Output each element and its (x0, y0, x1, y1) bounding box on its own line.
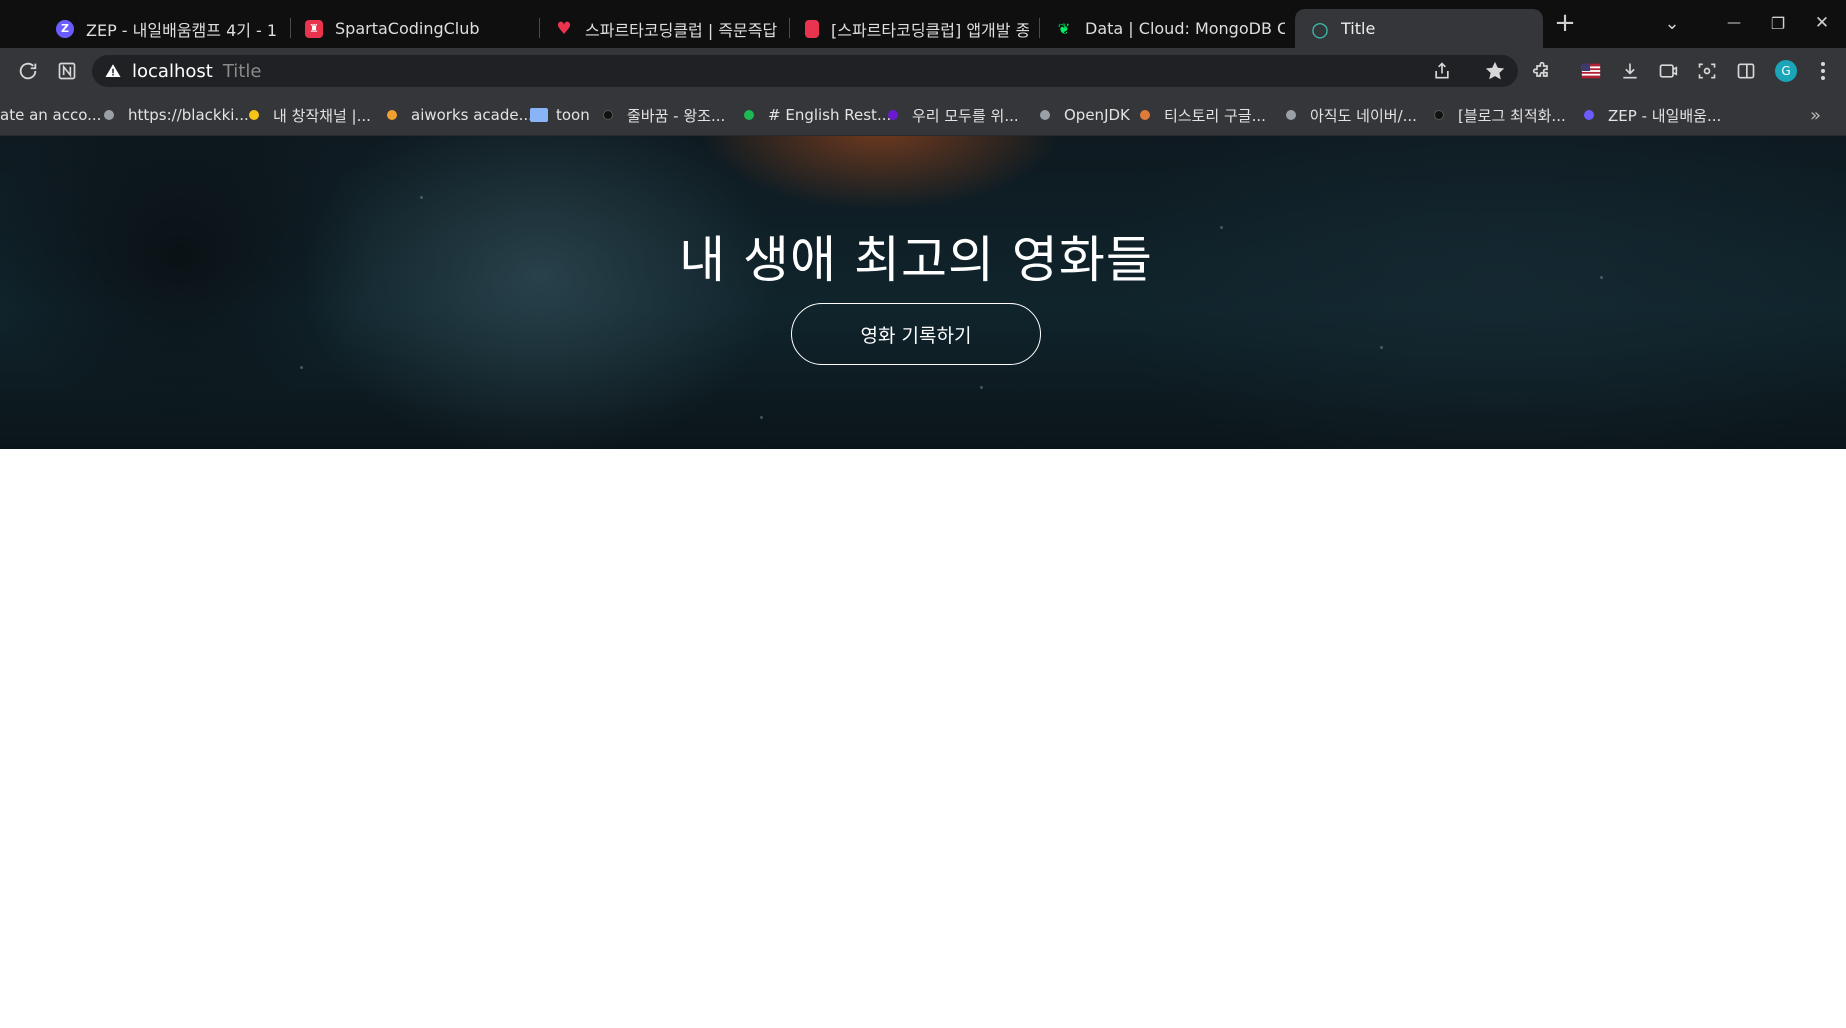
bookmark-english-rest[interactable]: # English Rest... (744, 105, 891, 125)
bookmark-favicon-icon (1434, 110, 1444, 120)
reload-icon[interactable] (13, 56, 43, 86)
zep-favicon-icon: Z (56, 19, 74, 38)
hero-banner: 내 생애 최고의 영화들 영화 기록하기 (0, 136, 1846, 449)
bookmark-creator-channel[interactable]: 내 창작채널 |... (249, 105, 371, 125)
bookmark-label: ate an acco... (0, 106, 102, 124)
bookmark-favicon-icon (1584, 110, 1594, 120)
new-tab-button[interactable]: + (1543, 8, 1587, 38)
bookmark-favicon-icon (1286, 110, 1296, 120)
bookmark-zep-camp[interactable]: ZEP - 내일배움... (1584, 105, 1721, 125)
tab-title: Data | Cloud: MongoDB Clou (1085, 19, 1285, 38)
bookmark-favicon-icon (249, 110, 259, 120)
heart-favicon-icon: ♥ (556, 18, 572, 39)
tab-mongodb[interactable]: ❦ Data | Cloud: MongoDB Clou (1039, 9, 1295, 48)
tab-title: SpartaCodingClub (335, 19, 480, 38)
bookmark-favicon-icon (1040, 110, 1050, 120)
page-viewport: 내 생애 최고의 영화들 영화 기록하기 (0, 136, 1846, 1028)
bookmark-label: https://blackki... (128, 106, 249, 124)
minimize-button[interactable]: — (1712, 8, 1756, 38)
side-panel-icon[interactable] (1731, 56, 1761, 86)
close-window-button[interactable]: ✕ (1800, 8, 1844, 38)
extensions-puzzle-icon[interactable] (1527, 56, 1557, 86)
bookmark-favicon-icon (1140, 110, 1150, 120)
folder-icon (530, 108, 548, 122)
profile-initial: G (1775, 60, 1797, 82)
bookmark-label: # English Rest... (768, 106, 892, 124)
book-favicon-icon (805, 19, 819, 38)
bookmark-label: 아직도 네이버/... (1310, 106, 1417, 125)
tab-title: ZEP - 내일배움캠프 4기 - 10/ (86, 20, 278, 40)
bookmark-openjdk[interactable]: OpenJDK (1040, 105, 1130, 125)
bookmark-favicon-icon (888, 110, 898, 120)
bookmark-create-account[interactable]: ate an acco... (0, 105, 101, 125)
mongodb-leaf-icon: ❦ (1057, 19, 1071, 38)
bookmarks-bar: ate an acco... https://blackki... 내 창작채널… (0, 94, 1846, 136)
bookmark-label: OpenJDK (1064, 106, 1130, 124)
bookmark-favicon-icon (603, 110, 613, 120)
screenshot-icon[interactable] (1692, 56, 1722, 86)
bookmark-aiworks[interactable]: aiworks acade... (387, 105, 533, 125)
bookmark-label: 줄바꿈 - 왕조... (627, 106, 726, 125)
bookmark-still-naver[interactable]: 아직도 네이버/... (1286, 105, 1417, 125)
tab-sparta-coding-club[interactable]: ♜ SpartaCodingClub (289, 9, 538, 48)
share-icon[interactable] (1427, 56, 1457, 86)
url-host: localhost (132, 60, 213, 82)
bookmark-label: 내 창작채널 |... (273, 106, 371, 125)
tab-search-chevron-icon[interactable]: ⌄ (1650, 8, 1694, 38)
tab-title: [스파르타코딩클럽] 앱개발 종 (831, 20, 1029, 40)
url-path: Title (222, 60, 262, 82)
restore-button[interactable]: ❐ (1756, 8, 1800, 38)
bookmark-tistory-google[interactable]: 티스토리 구글... (1140, 105, 1266, 125)
profile-avatar[interactable]: G (1771, 56, 1801, 86)
bookmark-label: aiworks acade... (411, 106, 533, 124)
bookmark-label: toon (556, 106, 590, 124)
browser-tab-strip: Z ZEP - 내일배움캠프 4기 - 10/ ♜ SpartaCodingCl… (0, 0, 1846, 48)
bookmark-label: [블로그 최적화... (1458, 106, 1566, 125)
sparta-favicon-icon: ♜ (305, 19, 323, 38)
bookmark-favicon-icon (744, 110, 754, 120)
bookmark-favicon-icon (104, 110, 114, 120)
bookmark-linebreak[interactable]: 줄바꿈 - 왕조... (603, 105, 725, 125)
download-icon[interactable] (1615, 56, 1645, 86)
more-bookmarks-chevron-icon[interactable]: » (1810, 105, 1821, 126)
address-bar[interactable]: localhost Title (92, 55, 1518, 87)
tab-sparta-qna[interactable]: ♥ 스파르타코딩클럽 | 즉문즉답 (539, 9, 789, 48)
tab-sparta-appdev[interactable]: [스파르타코딩클럽] 앱개발 종 (789, 9, 1039, 48)
tab-zep[interactable]: Z ZEP - 내일배움캠프 4기 - 10/ (40, 9, 288, 48)
record-movie-button[interactable]: 영화 기록하기 (791, 303, 1041, 365)
bookmark-label: 티스토리 구글... (1164, 106, 1266, 125)
bookmark-blackkiwi[interactable]: https://blackki... (104, 105, 249, 125)
cast-icon[interactable] (1653, 56, 1683, 86)
bookmark-for-all-of-us[interactable]: 우리 모두를 위... (888, 105, 1019, 125)
tab-title: Title (1341, 19, 1376, 38)
hero-title: 내 생애 최고의 영화들 (679, 231, 1153, 289)
language-flag-icon[interactable] (1576, 56, 1606, 86)
globe-favicon-icon: ○ (1311, 16, 1329, 41)
bookmark-folder-toon[interactable]: toon (530, 105, 590, 125)
bookmark-favicon-icon (387, 110, 397, 120)
browser-toolbar: localhost Title G (0, 48, 1846, 94)
tab-title-active[interactable]: ○ Title (1295, 9, 1543, 48)
notion-extension-icon[interactable] (52, 56, 82, 86)
bookmark-label: ZEP - 내일배움... (1608, 106, 1722, 125)
warning-triangle-icon[interactable] (104, 62, 122, 80)
menu-kebab-icon[interactable] (1808, 56, 1838, 86)
bookmark-star-icon[interactable] (1480, 56, 1510, 86)
tab-title: 스파르타코딩클럽 | 즉문즉답 (585, 20, 778, 40)
bookmark-label: 우리 모두를 위... (912, 106, 1019, 125)
bookmark-blog-seo[interactable]: [블로그 최적화... (1434, 105, 1566, 125)
